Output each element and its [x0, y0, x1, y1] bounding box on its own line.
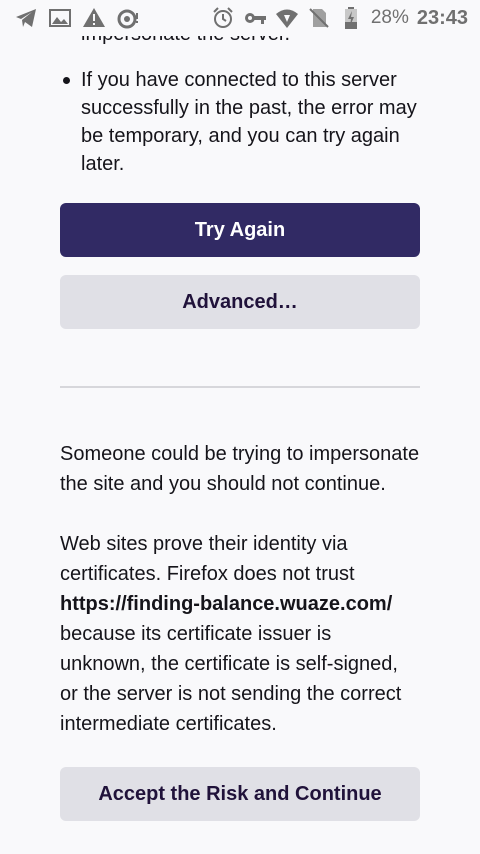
- alarm-icon: [211, 6, 235, 30]
- error-page-content: impersonate the server. If you have conn…: [60, 26, 420, 821]
- bullet-text: If you have connected to this server suc…: [81, 69, 417, 175]
- warning-text: Someone could be trying to impersonate t…: [60, 443, 420, 495]
- status-bar: 28% 23:43: [0, 0, 480, 36]
- certificate-details: Web sites prove their identity via certi…: [60, 529, 420, 739]
- telegram-icon: [14, 6, 38, 30]
- bullet-dot: [63, 77, 70, 84]
- site-url: https://finding-balance.wuaze.com/: [60, 593, 393, 615]
- battery-percent: 28%: [370, 7, 409, 28]
- wifi-icon: [275, 6, 299, 30]
- vpn-key-icon: [243, 6, 267, 30]
- accept-risk-button[interactable]: Accept the Risk and Continue: [60, 767, 420, 821]
- advanced-button[interactable]: Advanced…: [60, 275, 420, 329]
- details-text-after: because its certificate issuer is unknow…: [60, 623, 402, 735]
- camera-icon: [116, 6, 140, 30]
- battery-icon: [339, 6, 363, 30]
- try-again-button[interactable]: Try Again: [60, 203, 420, 257]
- clock: 23:43: [416, 6, 468, 29]
- divider: [60, 386, 420, 388]
- details-text-before: Web sites prove their identity via certi…: [60, 533, 355, 585]
- warning-icon: [82, 6, 106, 30]
- no-sim-icon: [307, 6, 331, 30]
- list-item: If you have connected to this server suc…: [60, 66, 420, 178]
- image-icon: [48, 6, 72, 30]
